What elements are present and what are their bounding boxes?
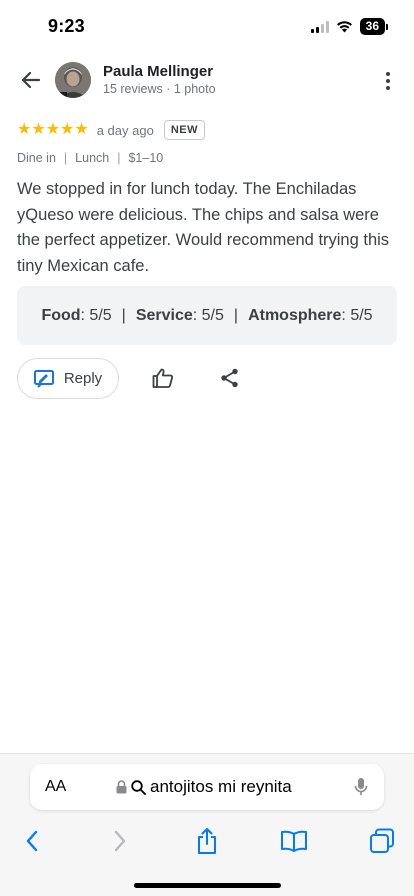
chevron-right-icon [114,830,126,852]
browser-forward-button[interactable] [104,826,136,856]
back-button[interactable] [14,64,46,96]
thumb-up-icon [152,368,173,388]
home-indicator [134,883,281,888]
review-date: a day ago [96,122,154,138]
chevron-left-icon [26,830,38,852]
sub-ratings-box: Food: 5/5 | Service: 5/5 | Atmosphere: 5… [17,286,397,345]
tabs-button[interactable] [366,826,398,856]
tag-separator: | [63,151,68,165]
status-time: 9:23 [48,16,85,36]
star-rating: ★★★★★ [17,122,89,138]
wifi-icon [336,21,352,33]
lock-icon [116,780,127,794]
atmosphere-rating: Atmosphere: 5/5 [248,306,373,324]
browser-share-button[interactable] [191,826,223,856]
new-badge: NEW [163,120,205,140]
share-button[interactable] [216,364,244,392]
address-bar[interactable]: AA antojitos mi reynita [30,764,384,810]
like-button[interactable] [149,364,177,392]
share-square-icon [198,828,216,854]
avatar-photo [55,62,91,98]
more-vert-icon [386,72,390,76]
tag-price: $1–10 [128,151,164,165]
rating-row: ★★★★★ a day ago NEW [17,119,205,141]
tag-separator: | [117,151,121,165]
tag-meal: Lunch [75,151,110,165]
rating-separator: | [121,306,126,324]
book-icon [281,830,307,852]
share-icon [221,368,238,388]
cellular-signal-icon [310,20,329,33]
mic-icon [354,778,368,795]
rating-separator: | [233,306,239,324]
browser-back-button[interactable] [16,826,48,856]
url-text: antojitos mi reynita [150,777,292,796]
review-text: We stopped in for lunch today. The Enchi… [17,180,390,275]
status-bar: 9:23 36 [0,0,414,54]
tabs-icon [370,828,394,853]
service-rating: Service: 5/5 [135,306,224,324]
reviewer-meta: 15 reviews · 1 photo [103,82,216,96]
reply-icon [33,369,54,388]
battery-level: 36 [359,18,385,35]
bookmarks-button[interactable] [278,826,310,856]
text-size-button[interactable]: AA [45,778,66,796]
food-rating: Food: 5/5 [41,306,112,324]
star-icon: ★★★★★ [17,121,89,138]
browser-toolbar [0,822,414,858]
avatar[interactable] [55,62,91,98]
review-actions: Reply [17,358,397,400]
tag-dine-in: Dine in [17,151,56,165]
search-icon [131,779,146,795]
review-tags: Dine in | Lunch | $1–10 [17,151,163,165]
review-header: Paula Mellinger 15 reviews · 1 photo [0,56,414,106]
reply-button[interactable]: Reply [17,358,119,399]
status-icons: 36 [310,18,388,35]
reviewer-name[interactable]: Paula Mellinger [103,63,213,80]
browser-bottom-bar: AA antojitos mi reynita [0,753,414,896]
back-arrow-icon [21,71,40,89]
microphone-button[interactable] [352,776,370,798]
battery-indicator: 36 [359,18,388,35]
reply-label: Reply [63,370,103,387]
more-options-button[interactable] [380,66,396,96]
url-field[interactable]: antojitos mi reynita [116,777,292,797]
